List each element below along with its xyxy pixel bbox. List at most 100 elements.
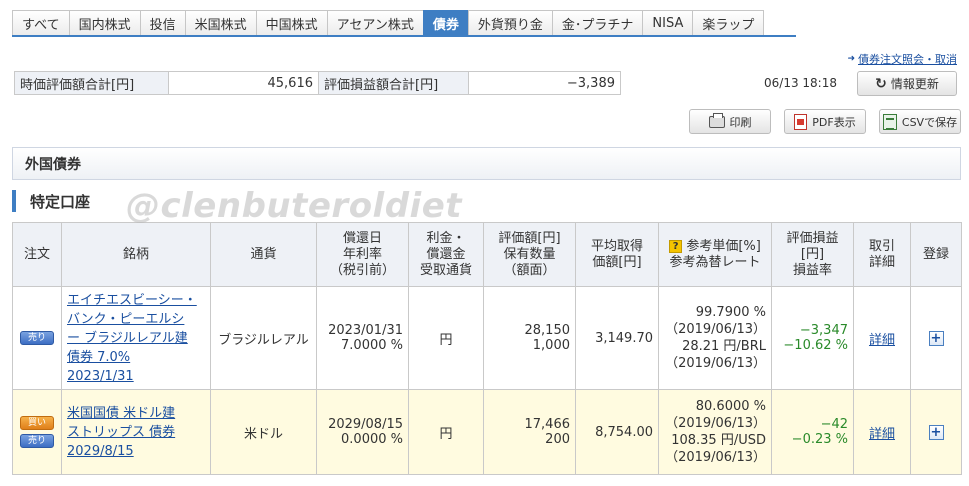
bond-name-cell: エイチエスビーシー・ バンク・ピーエルシ ー ブラジルレアル建 債券 7.0% … <box>61 286 211 390</box>
section-title: 外国債券 <box>12 147 961 180</box>
valuation-value: 28,150 <box>524 323 571 338</box>
maturity-cell: 2029/08/15 0.0000 % <box>316 389 409 475</box>
valuation-cell: 17,466 200 <box>483 389 576 475</box>
tab-all[interactable]: すべて <box>12 10 70 35</box>
header-average-price: 平均取得 価額[円] <box>575 222 659 287</box>
tab-nisa[interactable]: NISA <box>642 10 694 35</box>
header-register: 登録 <box>910 222 962 287</box>
update-timestamp: 06/13 18:18 <box>764 76 837 90</box>
trade-detail-cell: 詳細 <box>853 286 911 390</box>
maturity-date: 2023/01/31 <box>328 323 403 338</box>
reference-price-date: （2019/06/13） <box>665 416 766 431</box>
detail-link[interactable]: 詳細 <box>869 333 895 348</box>
header-trade-detail: 取引 詳細 <box>853 222 911 287</box>
profit-loss-cell: −3,347 −10.62 % <box>771 286 854 390</box>
profit-loss-label: 評価損益額合計[円] <box>318 71 469 95</box>
header-trade-line2: 詳細 <box>868 254 895 270</box>
bond-name-line: バンク・ピーエルシ <box>67 311 185 327</box>
bond-name-link[interactable]: エイチエスビーシー・ バンク・ピーエルシ ー ブラジルレアル建 債券 7.0% <box>67 291 205 367</box>
profit-loss-amount: −3,347 <box>799 323 848 338</box>
bond-date-link[interactable]: 2023/1/31 <box>67 367 205 386</box>
print-label: 印刷 <box>729 115 752 129</box>
profit-loss-cell: −42 −0.23 % <box>771 389 854 475</box>
header-avg-line1: 平均取得 <box>590 238 643 254</box>
currency-cell: ブラジルレアル <box>210 286 317 390</box>
order-cell: 買い 売り <box>12 389 62 475</box>
account-label: 特定口座 <box>12 190 90 212</box>
valuation-cell: 28,150 1,000 <box>483 286 576 390</box>
profit-loss-rate: −0.23 % <box>791 432 848 447</box>
detail-link[interactable]: 詳細 <box>869 427 895 442</box>
header-avg-line2: 価額[円] <box>592 254 642 270</box>
register-cell: + <box>910 286 962 390</box>
header-pl-line3: 損益率 <box>792 262 832 278</box>
register-cell: + <box>910 389 962 475</box>
holdings-table: 注文 銘柄 通貨 償還日 年利率 （税引前） 利金・ 償還金 受取通貨 評価額[… <box>12 222 962 475</box>
profit-loss-rate: −10.62 % <box>783 338 848 353</box>
pdf-button[interactable]: PDF表示 <box>784 109 866 134</box>
reference-price: 99.7900 % <box>695 305 766 320</box>
tab-gold-platinum[interactable]: 金･プラチナ <box>551 10 644 35</box>
reference-price-cell: 80.6000 % （2019/06/13） 108.35 円/USD （201… <box>658 389 772 475</box>
reference-price-cell: 99.7900 % （2019/06/13） 28.21 円/BRL （2019… <box>658 286 772 390</box>
tab-us-stock[interactable]: 米国株式 <box>184 10 257 35</box>
tab-asean-stock[interactable]: アセアン株式 <box>326 10 424 35</box>
tab-fund[interactable]: 投信 <box>139 10 186 35</box>
print-button[interactable]: 印刷 <box>689 109 771 134</box>
tab-rakuwrap[interactable]: 楽ラップ <box>692 10 765 35</box>
header-maturity-line1: 償還日 <box>342 230 382 246</box>
tab-china-stock[interactable]: 中国株式 <box>255 10 328 35</box>
sell-button[interactable]: 売り <box>20 331 54 345</box>
market-value: 45,616 <box>168 71 319 95</box>
interest-rate: 7.0000 % <box>341 338 403 353</box>
pdf-label: PDF表示 <box>812 115 856 129</box>
bond-name-line: ストリップス 債券 <box>67 424 176 440</box>
receive-currency-cell: 円 <box>408 389 484 475</box>
bond-name-cell: 米国国債 米ドル建 ストリップス 債券 2029/8/15 <box>61 389 211 475</box>
sell-button[interactable]: 売り <box>20 434 54 448</box>
average-price-cell: 8,754.00 <box>575 389 659 475</box>
table-row: 買い 売り 米国国債 米ドル建 ストリップス 債券 2029/8/15 米ドル … <box>12 389 962 475</box>
profit-loss-value: −3,389 <box>468 71 621 95</box>
average-price-cell: 3,149.70 <box>575 286 659 390</box>
fx-rate-date: （2019/06/13） <box>665 356 766 371</box>
bond-name-line: 債券 7.0% <box>67 349 131 365</box>
buy-button[interactable]: 買い <box>20 416 54 430</box>
fx-rate: 108.35 円/USD <box>671 433 766 448</box>
quantity-value: 1,000 <box>532 338 570 353</box>
tab-bond[interactable]: 債券 <box>422 10 469 35</box>
csv-button[interactable]: CSVで保存 <box>879 109 961 134</box>
bond-order-inquiry-label[interactable]: 債券注文照会・取消 <box>858 51 957 67</box>
header-recv-line1: 利金・ <box>426 230 466 246</box>
tab-domestic-stock[interactable]: 国内株式 <box>68 10 141 35</box>
product-tabs: すべて 国内株式 投信 米国株式 中国株式 アセアン株式 債券 外貨預り金 金･… <box>12 10 796 37</box>
profit-loss-amount: −42 <box>820 417 848 432</box>
register-button[interactable]: + <box>928 424 944 440</box>
bond-name-line: エイチエスビーシー・ <box>67 292 197 308</box>
refresh-button[interactable]: ↻ 情報更新 <box>857 71 957 96</box>
bond-order-inquiry-link[interactable]: ➜ 債券注文照会・取消 <box>847 51 957 67</box>
quantity-value: 200 <box>545 432 570 447</box>
receive-currency-cell: 円 <box>408 286 484 390</box>
tab-fx-deposit[interactable]: 外貨預り金 <box>467 10 553 35</box>
csv-label: CSVで保存 <box>901 115 958 129</box>
maturity-date: 2029/08/15 <box>328 417 403 432</box>
header-name: 銘柄 <box>61 222 211 287</box>
help-icon[interactable]: ? <box>669 239 683 253</box>
header-valuation-line1: 評価額[円] <box>498 230 561 246</box>
currency-cell: 米ドル <box>210 389 317 475</box>
header-order: 注文 <box>12 222 62 287</box>
register-button[interactable]: + <box>928 330 944 346</box>
fx-rate-date: （2019/06/13） <box>665 450 766 465</box>
bond-date-link[interactable]: 2029/8/15 <box>67 442 205 461</box>
bond-name-link[interactable]: 米国国債 米ドル建 ストリップス 債券 <box>67 404 205 442</box>
printer-icon <box>708 112 725 128</box>
fx-rate: 28.21 円/BRL <box>682 339 766 354</box>
header-receive-currency: 利金・ 償還金 受取通貨 <box>408 222 484 287</box>
refresh-label: 情報更新 <box>890 77 939 91</box>
maturity-cell: 2023/01/31 7.0000 % <box>316 286 409 390</box>
table-row: 売り エイチエスビーシー・ バンク・ピーエルシ ー ブラジルレアル建 債券 7.… <box>12 286 962 390</box>
header-pl-line1: 評価損益 <box>786 230 839 246</box>
header-ref-line2: 参考為替レート <box>669 254 761 270</box>
header-ref-line1: 参考単価[%] <box>686 238 761 254</box>
